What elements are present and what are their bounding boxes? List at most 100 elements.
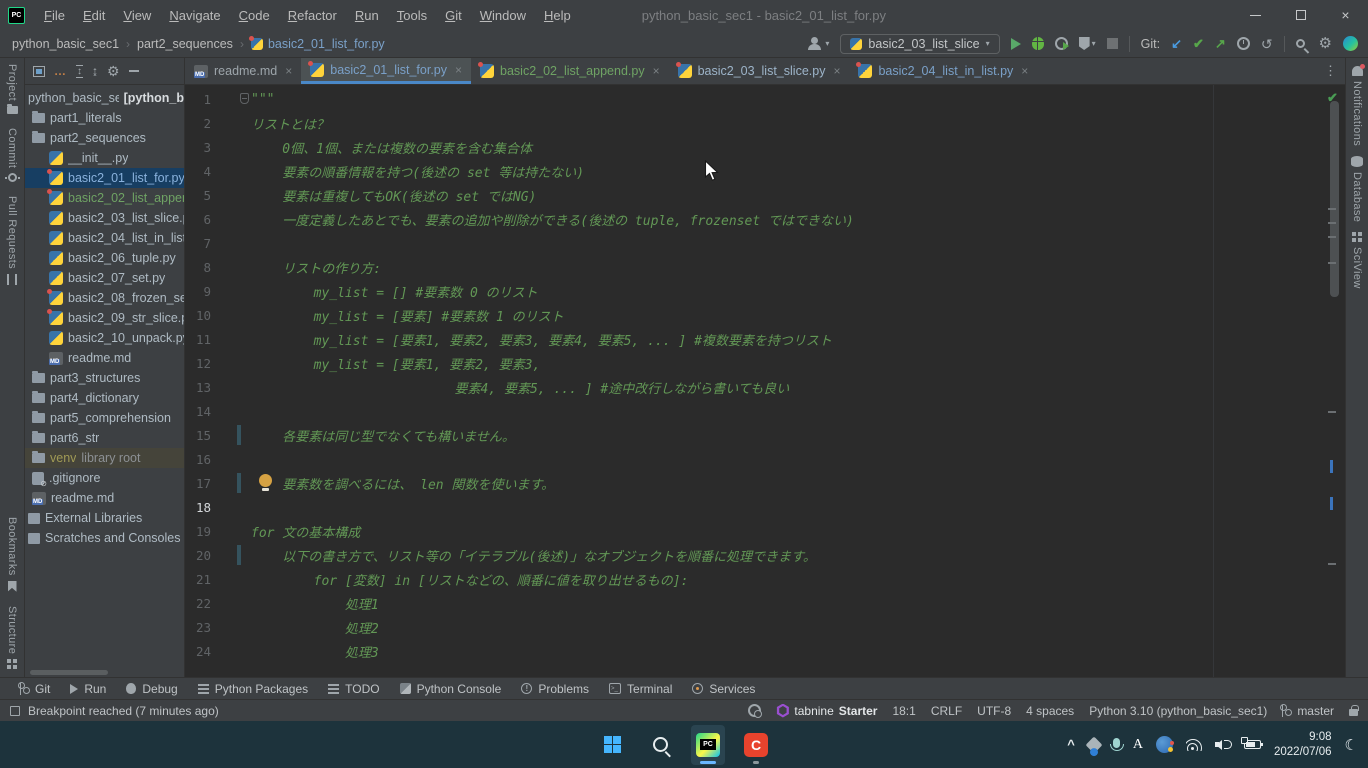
line-separator[interactable]: CRLF: [931, 704, 962, 718]
tree-item-basic2-01-list-for[interactable]: basic2_01_list_for.py: [25, 168, 184, 188]
microphone-icon[interactable]: [1113, 738, 1120, 748]
tab-readme[interactable]: readme.md ×: [185, 58, 301, 84]
menu-navigate[interactable]: Navigate: [160, 5, 229, 26]
wifi-icon[interactable]: [1186, 738, 1202, 751]
tree-item-basic2-04-list-in-list[interactable]: basic2_04_list_in_list.py: [25, 228, 184, 248]
git-update-button[interactable]: ↙: [1171, 36, 1182, 52]
menu-view[interactable]: View: [114, 5, 160, 26]
history-button[interactable]: [1237, 37, 1250, 50]
tree-item-part1-literals[interactable]: part1_literals: [25, 108, 184, 128]
search-everywhere-button[interactable]: [1296, 39, 1305, 48]
menu-edit[interactable]: Edit: [74, 5, 114, 26]
menu-code[interactable]: Code: [230, 5, 279, 26]
focus-assist-moon-icon[interactable]: ☾: [1345, 736, 1358, 754]
tool-button-todo[interactable]: TODO: [328, 682, 379, 696]
tree-item-basic2-07-set[interactable]: basic2_07_set.py: [25, 268, 184, 288]
horizontal-scrollbar[interactable]: [30, 670, 108, 675]
close-icon[interactable]: ×: [653, 64, 660, 78]
tool-button-git[interactable]: Git: [20, 682, 50, 696]
code-line[interactable]: 12 my_list = [要素1, 要素2, 要素3,: [185, 351, 1345, 375]
more-icon[interactable]: …: [54, 64, 67, 78]
tree-item-part6-str[interactable]: part6_str: [25, 428, 184, 448]
tree-item-init-py[interactable]: __init__.py: [25, 148, 184, 168]
code-line[interactable]: 24 処理3: [185, 639, 1345, 663]
tray-app-icon[interactable]: [1156, 736, 1173, 753]
code-line[interactable]: 19for 文の基本構成: [185, 519, 1345, 543]
python-interpreter[interactable]: Python 3.10 (python_basic_sec1): [1089, 704, 1267, 718]
plugin-icon[interactable]: [1343, 36, 1358, 51]
stripe-mark[interactable]: [1328, 236, 1336, 238]
git-branch-widget[interactable]: master: [1282, 704, 1334, 718]
tray-overflow-button[interactable]: ^: [1067, 737, 1075, 752]
tab-basic2-02-list-append[interactable]: basic2_02_list_append.py ×: [471, 58, 669, 84]
ime-mode-indicator[interactable]: A: [1133, 737, 1143, 753]
tree-item-external-libraries[interactable]: External Libraries: [25, 508, 184, 528]
git-commit-button[interactable]: ✔: [1193, 36, 1204, 52]
tool-button-project[interactable]: Project: [6, 64, 18, 114]
editor-scrollbar[interactable]: ✔: [1323, 85, 1345, 677]
clock-widget[interactable]: 9:08 2022/07/06: [1274, 730, 1332, 759]
close-icon[interactable]: ×: [1021, 64, 1028, 78]
taskbar-pycharm-button[interactable]: PC: [691, 725, 725, 765]
rollback-button[interactable]: ↺: [1261, 37, 1273, 51]
hide-panel-button[interactable]: [129, 70, 139, 72]
intention-bulb-icon[interactable]: [259, 474, 272, 487]
tool-button-services[interactable]: Services: [692, 682, 755, 696]
settings-button[interactable]: ⚙: [1319, 36, 1332, 51]
tree-item-readme-part2[interactable]: readme.md: [25, 348, 184, 368]
menu-refactor[interactable]: Refactor: [279, 5, 346, 26]
battery-icon[interactable]: [1244, 740, 1261, 749]
tab-basic2-03-list-slice[interactable]: basic2_03_list_slice.py ×: [669, 58, 850, 84]
code-line[interactable]: 13 要素4, 要素5, ... ] #途中改行しながら書いても良い: [185, 375, 1345, 399]
menu-window[interactable]: Window: [471, 5, 535, 26]
code-line-current[interactable]: 18: [185, 495, 1345, 519]
stripe-mark[interactable]: [1328, 563, 1336, 565]
tool-button-sciview[interactable]: SciView: [1351, 232, 1363, 289]
close-icon[interactable]: ×: [285, 64, 292, 78]
file-encoding[interactable]: UTF-8: [977, 704, 1011, 718]
stop-button[interactable]: [1107, 38, 1118, 49]
tray-sync-app-icon[interactable]: [1085, 736, 1102, 753]
code-line[interactable]: 3 0個、1個、または複数の要素を含む集合体: [185, 135, 1345, 159]
expand-all-button[interactable]: ↕: [76, 65, 83, 78]
tool-button-structure[interactable]: Structure: [6, 606, 18, 677]
tabnine-widget[interactable]: tabnine Starter: [776, 704, 877, 718]
tool-button-run[interactable]: Run: [70, 682, 106, 696]
tree-item-root[interactable]: python_basic_sec1 [python_b: [25, 88, 184, 108]
tree-item-part3-structures[interactable]: part3_structures: [25, 368, 184, 388]
stripe-mark[interactable]: [1328, 262, 1336, 264]
code-line[interactable]: 14: [185, 399, 1345, 423]
start-button[interactable]: [595, 725, 629, 765]
code-line[interactable]: 9 my_list = [] #要素数 0 のリスト: [185, 279, 1345, 303]
coverage-button[interactable]: ▾: [1079, 37, 1096, 50]
code-line[interactable]: 21 for [変数] in [リストなどの、順番に値を取り出せるもの]:: [185, 567, 1345, 591]
run-button[interactable]: [1011, 38, 1021, 50]
code-line[interactable]: 15 各要素は同じ型でなくても構いません。: [185, 423, 1345, 447]
menu-git[interactable]: Git: [436, 5, 471, 26]
status-message[interactable]: Breakpoint reached (7 minutes ago): [10, 704, 219, 718]
tree-item-basic2-08-frozen-set[interactable]: basic2_08_frozen_set.py: [25, 288, 184, 308]
tabs-more-button[interactable]: ⋮: [1316, 58, 1345, 84]
breadcrumb-file[interactable]: basic2_01_list_for.py: [251, 37, 385, 51]
code-line[interactable]: 11 my_list = [要素1, 要素2, 要素3, 要素4, 要素5, .…: [185, 327, 1345, 351]
taskbar-search-button[interactable]: [643, 725, 677, 765]
code-line[interactable]: 1""": [185, 87, 1345, 111]
fold-marker-icon[interactable]: [240, 93, 249, 104]
stripe-mark[interactable]: [1328, 208, 1336, 210]
volume-icon[interactable]: [1215, 738, 1231, 751]
ai-assistant-icon[interactable]: [748, 704, 761, 717]
stripe-mark[interactable]: [1328, 411, 1336, 413]
menu-run[interactable]: Run: [346, 5, 388, 26]
tool-button-debug[interactable]: Debug: [126, 682, 177, 696]
git-push-button[interactable]: ↗: [1215, 36, 1226, 52]
menu-tools[interactable]: Tools: [388, 5, 436, 26]
tab-basic2-04-list-in-list[interactable]: basic2_04_list_in_list.py ×: [849, 58, 1037, 84]
maximize-button[interactable]: [1278, 0, 1323, 30]
menu-file[interactable]: File: [35, 5, 74, 26]
lock-icon[interactable]: [1349, 709, 1358, 716]
tool-button-terminal[interactable]: >_Terminal: [609, 682, 672, 696]
close-icon[interactable]: ×: [455, 63, 462, 77]
tree-item-basic2-06-tuple[interactable]: basic2_06_tuple.py: [25, 248, 184, 268]
code-line[interactable]: 4 要素の順番情報を持つ(後述の set 等は持たない): [185, 159, 1345, 183]
scrollbar-thumb[interactable]: [1330, 101, 1339, 297]
